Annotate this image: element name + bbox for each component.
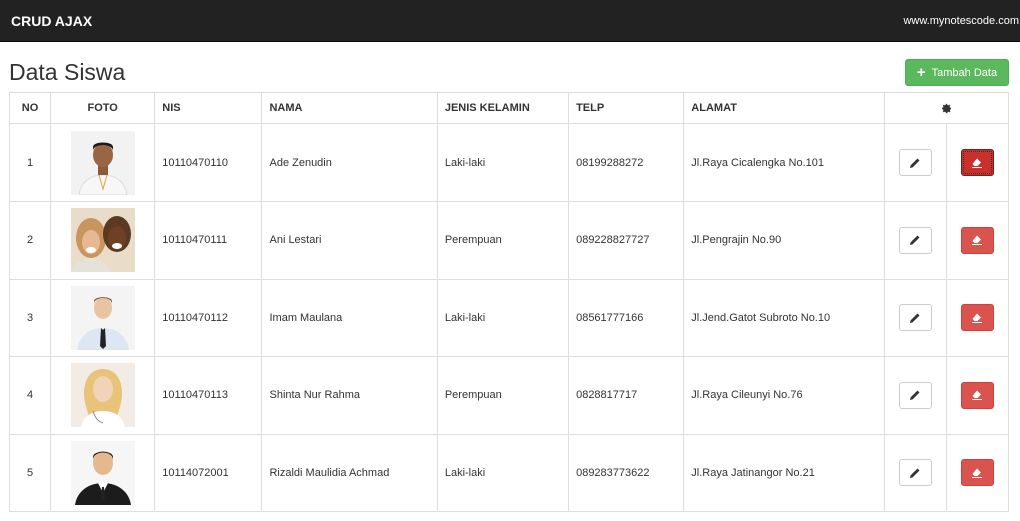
eraser-icon	[972, 158, 983, 168]
cell-foto	[50, 123, 156, 202]
student-photo	[70, 130, 135, 195]
site-link[interactable]: www.mynotescode.com	[903, 0, 1019, 42]
delete-button[interactable]	[960, 459, 994, 487]
cell-jenis-kelamin: Laki-laki	[436, 123, 570, 202]
pencil-icon	[910, 468, 920, 478]
cell-no: 5	[8, 433, 52, 512]
cell-nis: 10114072001	[154, 433, 263, 512]
delete-button[interactable]	[960, 226, 994, 254]
pencil-icon	[910, 390, 920, 401]
cell-jenis-kelamin: Perempuan	[436, 356, 570, 435]
cell-nama: Shinta Nur Rahma	[261, 356, 438, 435]
eraser-icon	[972, 313, 983, 323]
cell-no: 3	[8, 278, 52, 357]
cell-delete	[945, 356, 1010, 435]
cell-no: 1	[8, 123, 52, 202]
cell-nama: Imam Maulana	[261, 278, 438, 357]
cell-jenis-kelamin: Laki-laki	[436, 278, 570, 357]
cell-jenis-kelamin: Laki-laki	[436, 433, 570, 512]
header-jenis-kelamin: JENIS KELAMIN	[436, 92, 570, 124]
page-title: Data Siswa	[9, 59, 126, 85]
cell-nis: 10110470110	[154, 123, 263, 202]
cell-foto	[50, 278, 156, 357]
cell-foto	[50, 201, 156, 280]
pencil-icon	[910, 158, 920, 168]
edit-button[interactable]	[898, 381, 932, 409]
eraser-icon	[972, 468, 983, 478]
header-foto: FOTO	[50, 92, 156, 124]
cell-telp: 089283773622	[568, 433, 685, 512]
edit-button[interactable]	[898, 459, 932, 487]
student-photo	[70, 208, 135, 273]
cell-telp: 0828817717	[568, 356, 685, 435]
header-actions	[883, 92, 1010, 124]
cell-edit	[883, 201, 947, 280]
table-header-row: NO FOTO NIS NAMA JENIS KELAMIN TELP ALAM…	[8, 92, 1010, 124]
cell-foto	[50, 356, 156, 435]
delete-button[interactable]	[960, 149, 994, 176]
gear-icon	[941, 103, 951, 113]
cell-delete	[945, 433, 1010, 512]
cell-telp: 089228827727	[568, 201, 685, 280]
cell-alamat: Jl.Pengrajin No.90	[683, 201, 885, 280]
add-data-label: Tambah Data	[931, 66, 998, 79]
cell-edit	[883, 278, 947, 357]
cell-edit	[883, 433, 947, 512]
cell-nis: 10110470111	[154, 201, 263, 280]
header-no: NO	[8, 92, 52, 124]
cell-no: 4	[8, 356, 52, 435]
table-row: 2 10110470111 Ani Lestari Perempuan 0892…	[8, 201, 1010, 280]
cell-edit	[883, 356, 947, 435]
header-nis: NIS	[154, 92, 263, 124]
table-row: 4 10110470113 Shinta Nur Rahma Perempuan…	[8, 356, 1010, 435]
cell-nama: Rizaldi Maulidia Achmad	[261, 433, 438, 512]
cell-edit	[883, 123, 947, 202]
delete-button[interactable]	[960, 381, 994, 409]
student-table: NO FOTO NIS NAMA JENIS KELAMIN TELP ALAM…	[8, 92, 1010, 512]
cell-nis: 10110470112	[154, 278, 263, 357]
cell-telp: 08199288272	[568, 123, 685, 202]
table-row: 5 10114072001 Rizaldi Maulidia Achmad La…	[8, 433, 1010, 512]
header-alamat: ALAMAT	[683, 92, 885, 124]
pencil-icon	[910, 235, 920, 246]
cell-alamat: Jl.Raya Cicalengka No.101	[683, 123, 885, 202]
edit-button[interactable]	[898, 304, 932, 332]
cell-alamat: Jl.Jend.Gatot Subroto No.10	[683, 278, 885, 357]
eraser-icon	[972, 235, 983, 246]
plus-icon: +	[916, 64, 926, 81]
pencil-icon	[910, 313, 920, 323]
cell-delete	[945, 201, 1010, 280]
cell-alamat: Jl.Raya Jatinangor No.21	[683, 433, 885, 512]
cell-nama: Ani Lestari	[261, 201, 438, 280]
cell-telp: 08561777166	[568, 278, 685, 357]
student-photo	[70, 363, 135, 428]
header-telp: TELP	[568, 92, 685, 124]
cell-nama: Ade Zenudin	[261, 123, 438, 202]
cell-foto	[50, 433, 156, 512]
eraser-icon	[972, 390, 983, 401]
edit-button[interactable]	[898, 226, 932, 254]
student-photo	[70, 440, 135, 505]
brand-title[interactable]: CRUD AJAX	[11, 0, 92, 42]
cell-delete	[945, 278, 1010, 357]
top-navbar: CRUD AJAX www.mynotescode.com	[0, 0, 1020, 42]
cell-delete	[945, 123, 1010, 202]
delete-button[interactable]	[960, 304, 994, 332]
cell-alamat: Jl.Raya Cileunyi No.76	[683, 356, 885, 435]
student-photo	[70, 285, 135, 350]
table-row: 1 10110470110 Ade Zenudin Laki-laki 0819…	[8, 123, 1010, 202]
table-row: 3 10110470112 Imam Maulana Laki-laki 085…	[8, 278, 1010, 357]
cell-no: 2	[8, 201, 52, 280]
header-nama: NAMA	[261, 92, 438, 124]
add-data-button[interactable]: + Tambah Data	[905, 59, 1009, 86]
cell-jenis-kelamin: Perempuan	[436, 201, 570, 280]
cell-nis: 10110470113	[154, 356, 263, 435]
edit-button[interactable]	[898, 149, 932, 176]
